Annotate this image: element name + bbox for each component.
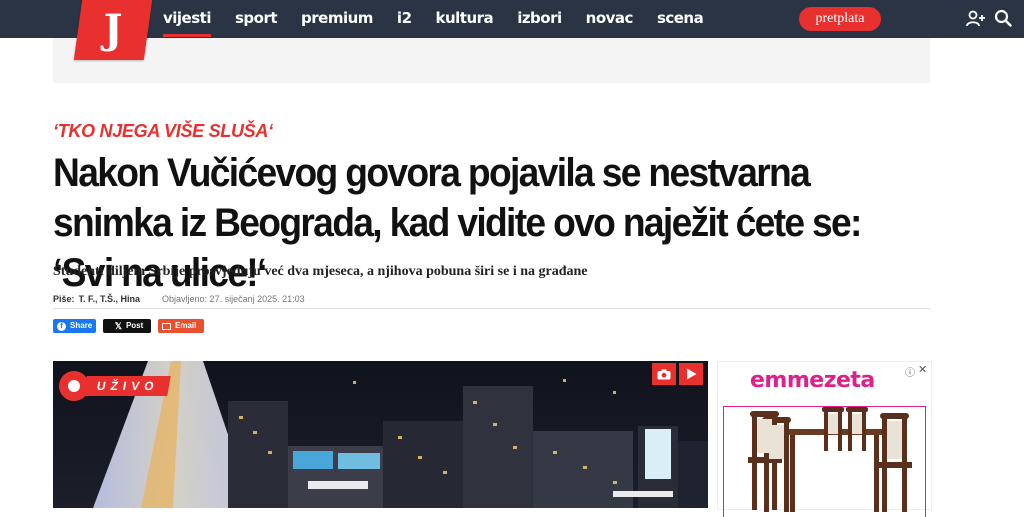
add-user-icon[interactable]	[966, 10, 986, 28]
live-badge: UŽIVO	[59, 371, 179, 401]
author-label: Piše:	[53, 294, 75, 304]
sidebar-advertisement[interactable]: emmezeta ⓘ ✕	[717, 361, 932, 517]
facebook-icon: f	[57, 321, 66, 331]
share-facebook-label: Share	[70, 321, 93, 330]
furniture-image	[748, 407, 912, 512]
nav-item-sport[interactable]: sport	[235, 0, 278, 38]
share-email-label: Email	[175, 321, 197, 330]
article-kicker: ‘TKO NJEGA VIŠE SLUŠA‘	[53, 121, 273, 141]
camera-icon	[657, 369, 671, 379]
play-icon	[686, 368, 696, 380]
nav-item-premium[interactable]: premium	[301, 0, 373, 38]
nav-item-i2[interactable]: i2	[397, 0, 412, 38]
live-label: UŽIVO	[83, 376, 171, 396]
ad-brand-name: emmezeta	[750, 368, 875, 393]
top-ad-placeholder	[53, 38, 930, 83]
logo-letter: J	[103, 6, 123, 53]
camera-button[interactable]	[652, 363, 676, 385]
nav-item-scena[interactable]: scena	[657, 0, 704, 38]
author-name[interactable]: T. F., T.Š., Hina	[79, 294, 141, 304]
ad-close-icon[interactable]: ✕	[918, 363, 927, 376]
main-nav: vijesti sport premium i2 kultura izbori …	[163, 0, 727, 38]
email-icon	[162, 322, 171, 330]
x-icon: 𝕏	[114, 320, 122, 331]
site-logo[interactable]: J	[73, 0, 153, 60]
share-x-button[interactable]: 𝕏 Post	[103, 319, 151, 333]
share-x-label: Post	[125, 321, 144, 330]
search-icon[interactable]	[994, 9, 1012, 27]
top-navigation-bar: vijesti sport premium i2 kultura izbori …	[0, 0, 1024, 38]
share-email-button[interactable]: Email	[158, 319, 204, 333]
nav-item-novac[interactable]: novac	[586, 0, 634, 38]
article-meta: Piše: T. F., T.Š., Hina Objavljeno: 27. …	[53, 294, 305, 304]
divider	[53, 308, 930, 309]
publish-date: Objavljeno: 27. siječanj 2025. 21:03	[162, 294, 305, 304]
share-facebook-button[interactable]: f Share	[53, 319, 96, 333]
article-lead: Studenti diljem Srbije prosvjeduju već d…	[53, 264, 588, 279]
ad-product-frame	[723, 406, 926, 517]
video-player[interactable]: UŽIVO	[53, 361, 708, 508]
nav-item-kultura[interactable]: kultura	[436, 0, 494, 38]
subscribe-button[interactable]: pretplata	[799, 7, 881, 31]
play-button[interactable]	[679, 363, 703, 385]
ad-info-icon[interactable]: ⓘ	[905, 364, 915, 379]
nav-item-vijesti[interactable]: vijesti	[163, 0, 211, 38]
nav-item-izbori[interactable]: izbori	[517, 0, 562, 38]
